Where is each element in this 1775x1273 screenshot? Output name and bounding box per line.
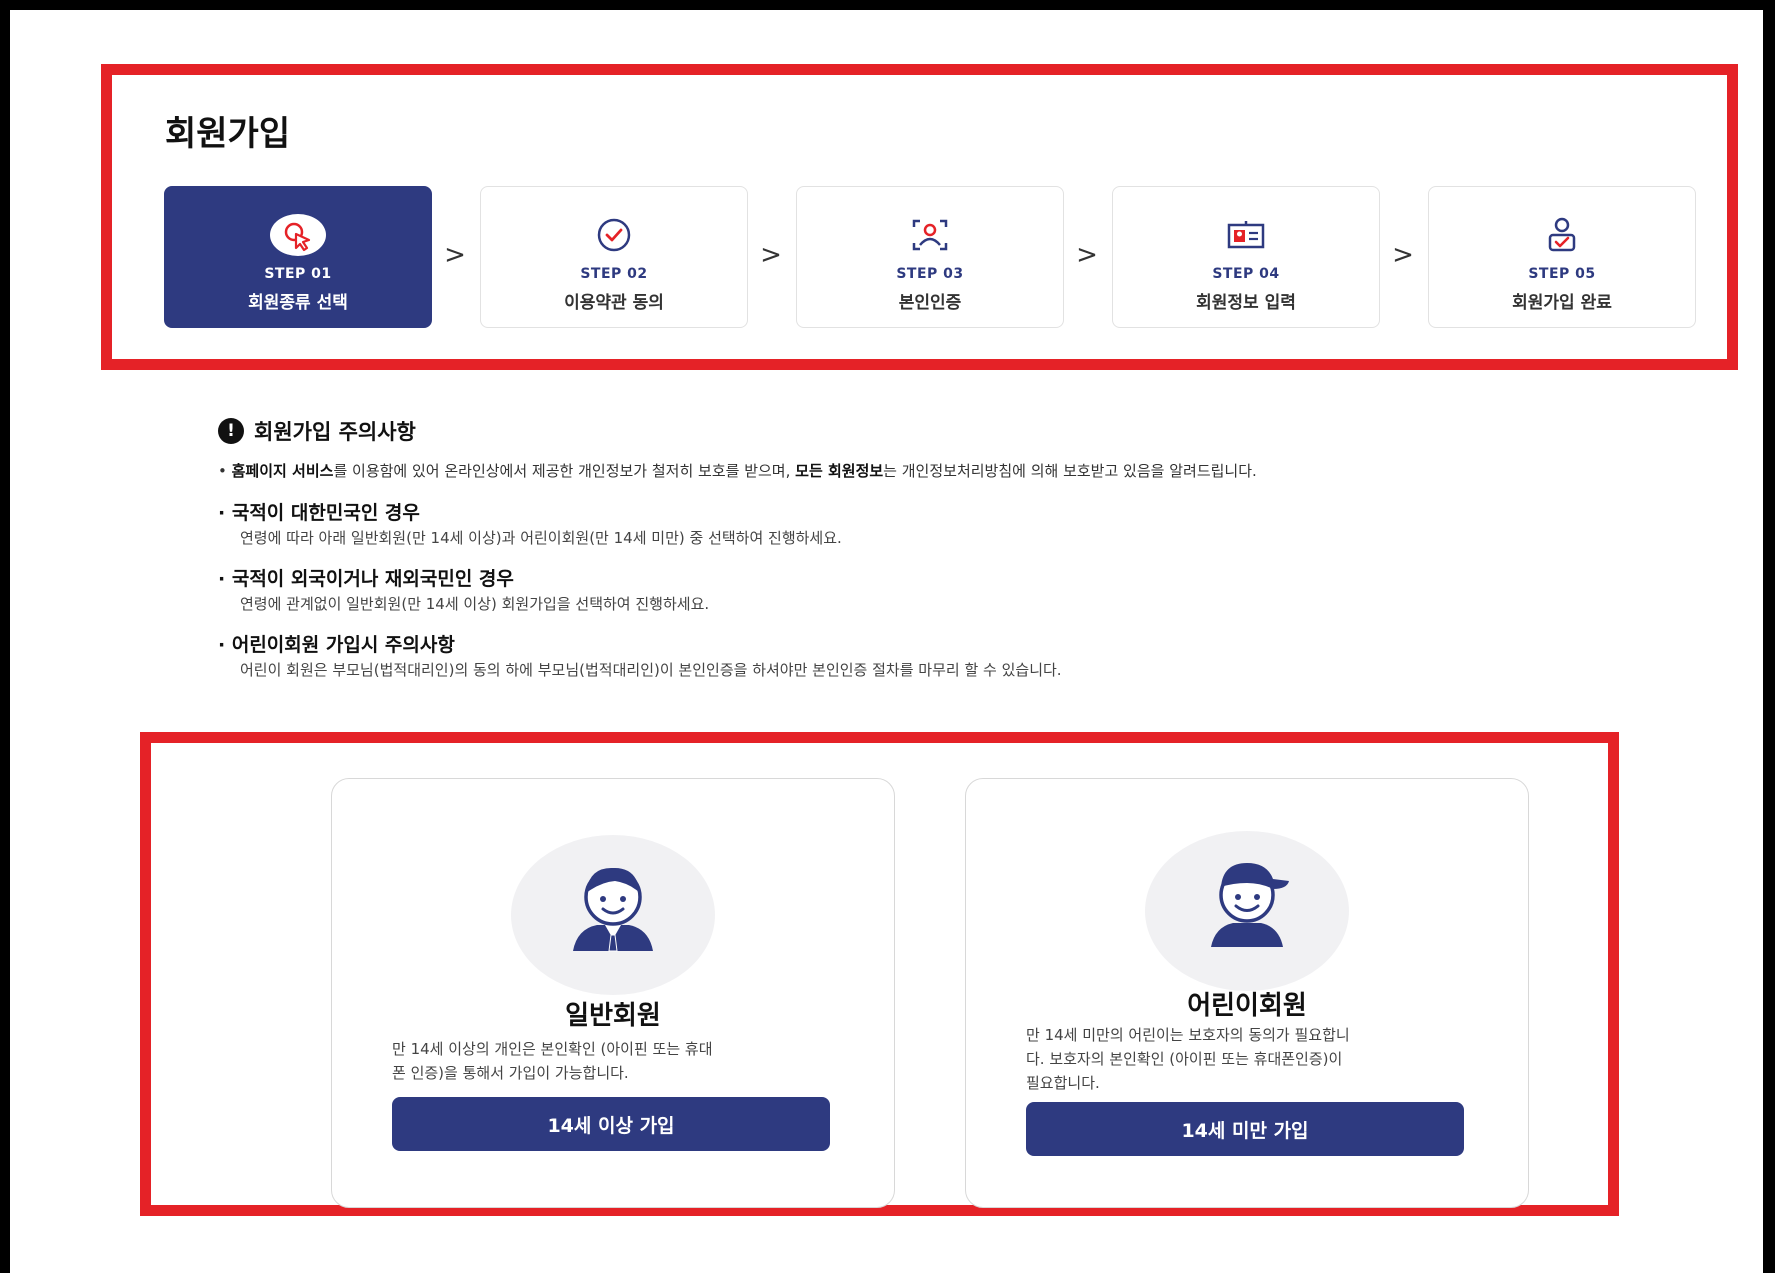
- card-description-line: 만 14세 미만의 어린이는 보호자의 동의가 필요합니: [1026, 1026, 1350, 1044]
- notice-title: ! 회원가입 주의사항: [218, 416, 1638, 446]
- notice-item-desc: 어린이 회원은 부모님(법적대리인)의 동의 하에 부모님(법적대리인)이 본인…: [240, 661, 1062, 679]
- notice-item-desc: 연령에 따라 아래 일반회원(만 14세 이상)과 어린이회원(만 14세 미만…: [240, 529, 842, 547]
- businessman-icon: [573, 867, 653, 952]
- step-2: STEP 02 이용약관 동의: [480, 186, 748, 328]
- step-4: STEP 04 회원정보 입력: [1112, 186, 1380, 328]
- notice-intro-text-2: 는 개인정보처리방침에 의해 보호받고 있음을 알려드립니다.: [883, 462, 1257, 480]
- card-title: 어린이회원: [1187, 991, 1307, 1021]
- id-card-icon: [1226, 213, 1266, 257]
- step-arrow: >: [760, 240, 782, 270]
- notice-intro-bold-1: 홈페이지 서비스: [231, 462, 334, 480]
- card-description: 만 14세 이상의 개인은 본인확인 (아이핀 또는 휴대 폰 인증)을 통해서…: [392, 1037, 832, 1085]
- card-description-line: 만 14세 이상의 개인은 본인확인 (아이핀 또는 휴대: [392, 1040, 713, 1058]
- step-label: 본인인증: [898, 293, 962, 313]
- general-member-avatar: [511, 835, 715, 995]
- step-number: STEP 01: [264, 266, 332, 282]
- notice-item-heading: · 어린이회원 가입시 주의사항: [218, 630, 455, 657]
- signup-notice: ! 회원가입 주의사항 • 홈페이지 서비스를 이용함에 있어 온라인상에서 제…: [218, 416, 1638, 679]
- step-label: 이용약관 동의: [564, 293, 664, 313]
- notice-item-heading: · 국적이 대한민국인 경우: [218, 498, 420, 525]
- step-number: STEP 05: [1528, 266, 1596, 282]
- notice-item-heading-text: 어린이회원 가입시 주의사항: [231, 634, 455, 656]
- notice-item-heading-text: 국적이 외국이거나 재외국민인 경우: [231, 568, 514, 590]
- bullet: ·: [218, 502, 232, 524]
- step-number: STEP 02: [580, 266, 648, 282]
- step-arrow: >: [444, 240, 466, 270]
- step-arrow: >: [1076, 240, 1098, 270]
- user-check-icon: [1544, 213, 1580, 257]
- child-cap-icon: [1211, 863, 1289, 947]
- bullet: ·: [218, 634, 232, 656]
- step-5: STEP 05 회원가입 완료: [1428, 186, 1696, 328]
- child-member-card: 어린이회원 만 14세 미만의 어린이는 보호자의 동의가 필요합니 다. 보호…: [965, 778, 1529, 1208]
- step-label: 회원가입 완료: [1512, 293, 1612, 313]
- page-frame: 회원가입 STEP 01 회원종류 선택 > STEP 02 이용약관 동의 >…: [10, 10, 1763, 1273]
- join-over-14-button[interactable]: 14세 이상 가입: [392, 1097, 830, 1151]
- general-member-card: 일반회원 만 14세 이상의 개인은 본인확인 (아이핀 또는 휴대 폰 인증)…: [331, 778, 895, 1208]
- step-label: 회원정보 입력: [1196, 293, 1296, 313]
- notice-item-heading-text: 국적이 대한민국인 경우: [231, 502, 420, 524]
- bullet: ·: [218, 568, 232, 590]
- card-title: 일반회원: [565, 1001, 661, 1031]
- cursor-click-icon: [269, 213, 327, 257]
- step-3: STEP 03 본인인증: [796, 186, 1064, 328]
- step-label: 회원종류 선택: [248, 293, 348, 313]
- notice-intro: • 홈페이지 서비스를 이용함에 있어 온라인상에서 제공한 개인정보가 철저히…: [218, 460, 1257, 481]
- step-number: STEP 03: [896, 266, 964, 282]
- step-arrow: >: [1392, 240, 1414, 270]
- bullet: •: [218, 462, 232, 480]
- step-indicator: STEP 01 회원종류 선택 > STEP 02 이용약관 동의 > STEP…: [164, 186, 1704, 328]
- notice-intro-text-1: 를 이용함에 있어 온라인상에서 제공한 개인정보가 철저히 보호를 받으며,: [333, 462, 796, 480]
- exclamation-icon: !: [218, 418, 244, 444]
- check-circle-icon: [596, 213, 632, 257]
- card-description-line: 필요합니다.: [1026, 1074, 1100, 1092]
- notice-intro-bold-2: 모든 회원정보: [795, 462, 884, 480]
- card-description-line: 다. 보호자의 본인확인 (아이핀 또는 휴대폰인증)이: [1026, 1050, 1343, 1068]
- card-description: 만 14세 미만의 어린이는 보호자의 동의가 필요합니 다. 보호자의 본인확…: [1026, 1023, 1466, 1095]
- page-title: 회원가입: [165, 114, 291, 154]
- card-description-line: 폰 인증)을 통해서 가입이 가능합니다.: [392, 1064, 629, 1082]
- child-member-avatar: [1145, 831, 1349, 991]
- notice-item-heading: · 국적이 외국이거나 재외국민인 경우: [218, 564, 514, 591]
- join-under-14-button[interactable]: 14세 미만 가입: [1026, 1102, 1464, 1156]
- step-number: STEP 04: [1212, 266, 1280, 282]
- notice-item-desc: 연령에 관계없이 일반회원(만 14세 이상) 회원가입을 선택하여 진행하세요…: [240, 595, 710, 613]
- step-1: STEP 01 회원종류 선택: [164, 186, 432, 328]
- face-scan-icon: [911, 213, 949, 257]
- notice-title-text: 회원가입 주의사항: [254, 420, 416, 444]
